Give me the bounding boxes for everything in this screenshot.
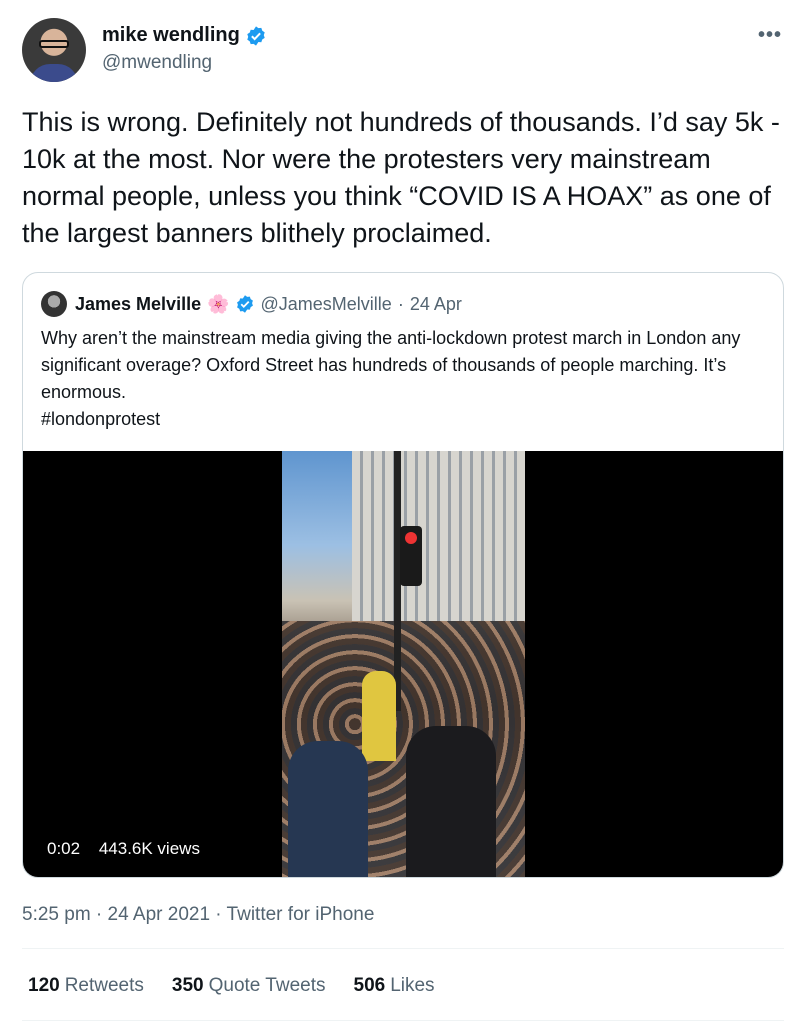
video-person-yellow <box>362 671 396 761</box>
quote-tweets-label: Quote Tweets <box>208 975 326 996</box>
quote-tweets-stat[interactable]: 350 Quote Tweets <box>172 975 326 997</box>
video-stats: 0:02 443.6K views <box>47 839 214 859</box>
tweet-timestamp[interactable]: 5:25 pm · 24 Apr 2021 · Twitter for iPho… <box>22 904 374 926</box>
retweets-label: Retweets <box>64 975 144 996</box>
quoted-author-display-name[interactable]: James Melville <box>75 294 201 315</box>
verified-badge-icon <box>236 295 253 313</box>
quoted-tweet-header: James Melville 🌸 @JamesMelville · 24 Apr <box>41 291 462 317</box>
quote-tweets-count: 350 <box>171 975 204 996</box>
divider <box>22 948 784 949</box>
avatar-glasses <box>39 40 69 48</box>
author-name-row: mike wendling <box>102 24 267 47</box>
video-player[interactable]: 0:02 443.6K views <box>23 451 783 877</box>
retweets-count: 120 <box>28 975 60 996</box>
video-frame <box>282 451 525 877</box>
video-views: 443.6K views <box>98 839 200 858</box>
engagement-stats: 120 Retweets 350 Quote Tweets 506 Likes <box>28 975 463 997</box>
more-horizontal-icon[interactable]: ••• <box>758 24 782 47</box>
quoted-author-avatar[interactable] <box>41 291 67 317</box>
quoted-author-handle[interactable]: @JamesMelville <box>261 294 392 315</box>
video-person-right <box>406 726 496 877</box>
video-person-left <box>288 741 368 877</box>
quoted-date[interactable]: 24 Apr <box>410 294 462 315</box>
likes-stat[interactable]: 506 Likes <box>354 975 435 997</box>
quoted-separator: · <box>397 293 404 314</box>
tweet-header: mike wendling @mwendling ••• <box>22 18 784 84</box>
author-avatar[interactable] <box>22 18 86 82</box>
video-duration: 0:02 <box>47 839 81 858</box>
video-building <box>352 451 525 621</box>
divider <box>22 1020 784 1021</box>
video-traffic-light <box>400 526 422 586</box>
likes-label: Likes <box>390 975 435 996</box>
tweet-text: This is wrong. Definitely not hundreds o… <box>22 107 780 248</box>
author-handle[interactable]: @mwendling <box>102 52 212 74</box>
author-display-name[interactable]: mike wendling <box>102 24 240 47</box>
avatar-shirt <box>30 64 78 82</box>
quoted-tweet-text: Why aren’t the mainstream media giving t… <box>41 328 741 429</box>
retweets-stat[interactable]: 120 Retweets <box>28 975 144 997</box>
verified-badge-icon <box>247 25 265 46</box>
likes-count: 506 <box>353 975 386 996</box>
quoted-tweet[interactable]: James Melville 🌸 @JamesMelville · 24 Apr… <box>22 272 784 878</box>
cherry-blossom-emoji: 🌸 <box>207 293 230 314</box>
